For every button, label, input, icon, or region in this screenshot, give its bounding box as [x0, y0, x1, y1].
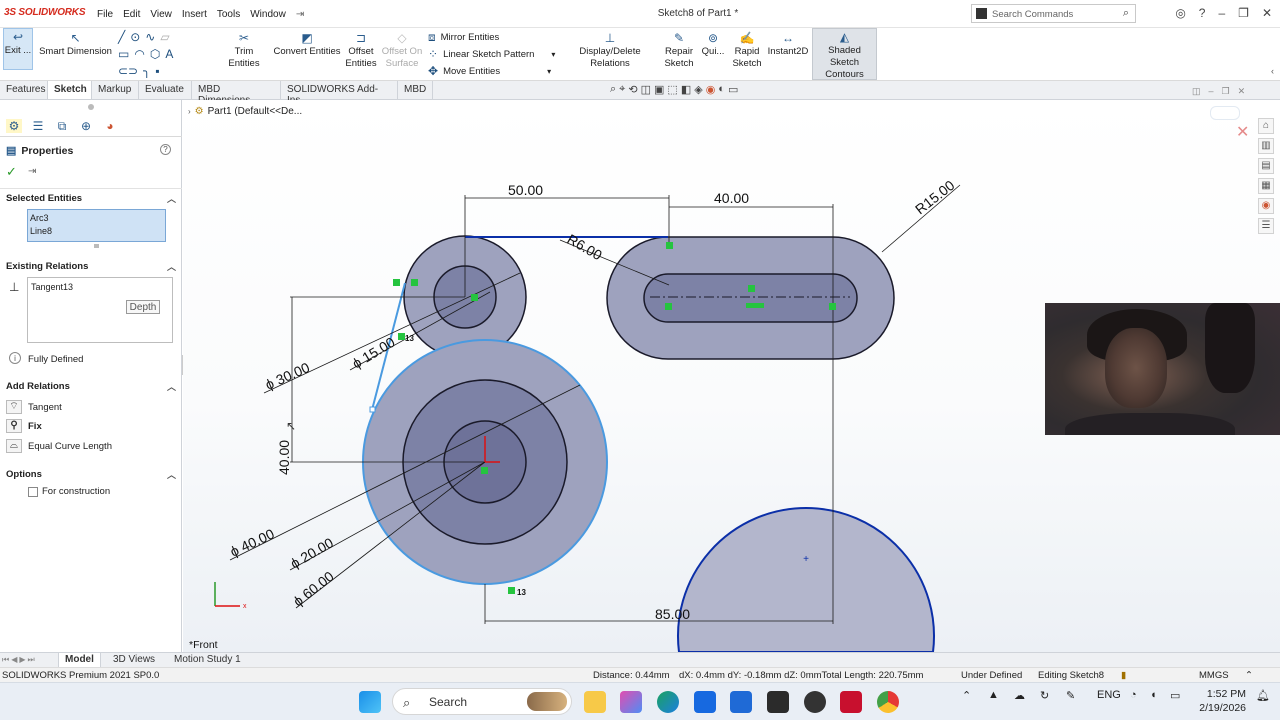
- center-point-marker[interactable]: +: [803, 554, 809, 565]
- coincident-marker[interactable]: [829, 303, 836, 310]
- start-button-icon[interactable]: [359, 691, 381, 713]
- dimension-phi60[interactable]: ϕ 60.00: [290, 568, 337, 610]
- copilot-icon[interactable]: [620, 691, 642, 713]
- dimension-40-vertical[interactable]: 40.00: [276, 440, 292, 475]
- appearances-icon[interactable]: ◉: [1258, 198, 1274, 214]
- recorder-icon[interactable]: [804, 691, 826, 713]
- design-library-icon[interactable]: ▤: [1258, 158, 1274, 174]
- tab-scroll-buttons: ⏮ ◀ ▶ ⏭: [2, 655, 35, 665]
- person-face: [1105, 328, 1167, 408]
- mouse-cursor-icon: ↖: [286, 419, 296, 433]
- teams-icon[interactable]: [694, 691, 716, 713]
- relation-tag: 13: [405, 334, 414, 343]
- file-explorer-icon[interactable]: ▦: [1258, 178, 1274, 194]
- midpoint-marker[interactable]: [748, 285, 755, 292]
- view-orientation-label: *Front: [189, 639, 218, 651]
- distance-readout: Distance: 0.44mm: [593, 670, 670, 681]
- taskbar-clock[interactable]: 1:52 PM 2/19/2026: [1199, 687, 1246, 715]
- confirmation-corner[interactable]: [1210, 106, 1240, 120]
- tray-app-icon[interactable]: ▲: [988, 689, 999, 701]
- dimension-50[interactable]: 50.00: [508, 182, 543, 198]
- tangent-marker[interactable]: [411, 279, 418, 286]
- definition-state: Under Defined: [961, 670, 1023, 681]
- endpoint-handle[interactable]: [369, 406, 376, 413]
- solidworks-taskbar-icon[interactable]: [840, 691, 862, 713]
- home-icon[interactable]: ⌂: [1258, 118, 1274, 134]
- first-tab-icon[interactable]: ⏮: [2, 655, 9, 665]
- next-tab-icon[interactable]: ▶: [19, 655, 25, 665]
- status-bar: SOLIDWORKS Premium 2021 SP0.0 Distance: …: [0, 667, 1280, 682]
- coincident-marker[interactable]: [666, 242, 673, 249]
- dimension-phi40[interactable]: ϕ 40.00: [228, 525, 277, 559]
- file-explorer-icon[interactable]: [584, 691, 606, 713]
- coincident-marker[interactable]: [665, 303, 672, 310]
- task-pane-tabs: ⌂ ▥ ▤ ▦ ◉ ☰: [1258, 118, 1278, 234]
- coincident-marker[interactable]: [471, 294, 478, 301]
- tab-model[interactable]: Model: [58, 653, 101, 667]
- product-version: SOLIDWORKS Premium 2021 SP0.0: [2, 670, 160, 681]
- dimension-40-horizontal[interactable]: 40.00: [714, 190, 749, 206]
- app-icon[interactable]: [767, 691, 789, 713]
- tangent-marker[interactable]: [393, 279, 400, 286]
- model-tabs-bar: ⏮ ◀ ▶ ⏭ Model 3D Views Motion Study 1: [0, 652, 1280, 667]
- prev-tab-icon[interactable]: ◀: [11, 655, 17, 665]
- tray-cloud-icon[interactable]: ☁: [1014, 689, 1025, 702]
- clock-date: 2/19/2026: [1199, 702, 1246, 714]
- coincident-marker[interactable]: [481, 467, 488, 474]
- volume-icon[interactable]: ◖: [1150, 689, 1157, 701]
- chrome-icon[interactable]: [877, 691, 899, 713]
- battery-icon[interactable]: ▭: [1170, 689, 1180, 702]
- clock-time: 1:52 PM: [1206, 688, 1246, 700]
- sketch-circle-lower-right[interactable]: [677, 507, 935, 653]
- dimension-85[interactable]: 85.00: [655, 606, 690, 622]
- tray-pen-icon[interactable]: ✎: [1066, 689, 1075, 702]
- dimension-phi20[interactable]: ϕ 20.00: [288, 534, 337, 571]
- language-indicator[interactable]: ENG: [1097, 689, 1121, 701]
- tab-motion-study[interactable]: Motion Study 1: [168, 653, 247, 667]
- dimension-r6[interactable]: R6.00: [565, 231, 606, 264]
- delta-readout: dX: 0.4mm dY: -0.18mm dZ: 0mmTotal Lengt…: [679, 670, 924, 681]
- tray-chevron-icon[interactable]: ⌃: [962, 689, 971, 702]
- sketch-inner-slot[interactable]: [643, 273, 858, 323]
- editing-state: Editing Sketch8: [1038, 670, 1105, 681]
- dimension-phi30[interactable]: ϕ 30.00: [263, 359, 312, 393]
- edge-icon[interactable]: [657, 691, 679, 713]
- store-icon[interactable]: [730, 691, 752, 713]
- person-shirt: [1065, 413, 1235, 435]
- cancel-sketch-icon[interactable]: ✕: [1236, 122, 1249, 142]
- dimension-phi15[interactable]: ϕ 15.00: [349, 334, 398, 372]
- notifications-icon[interactable]: 🔔︎: [1256, 689, 1270, 702]
- background-cloth: [1205, 303, 1255, 393]
- webcam-overlay: [1045, 303, 1280, 435]
- search-highlight-icon: [527, 692, 567, 711]
- solidworks-window: 3S SOLIDWORKS File Edit View Insert Tool…: [0, 0, 1280, 720]
- custom-properties-icon[interactable]: ☰: [1258, 218, 1274, 234]
- windows-taskbar: ⌕ Search ⌃ ▲ ☁ ↻ ✎ ENG ◔ ◖ ▭ 1:52 PM 2/1…: [0, 682, 1280, 720]
- triad-x-label: x: [243, 603, 247, 610]
- tangent-marker[interactable]: [508, 587, 515, 594]
- horizontal-marker[interactable]: [746, 303, 764, 308]
- rebuild-icon[interactable]: ▮: [1121, 670, 1126, 681]
- search-icon: ⌕: [403, 695, 411, 710]
- resources-icon[interactable]: ▥: [1258, 138, 1274, 154]
- units-chevron-icon[interactable]: ⌃: [1245, 670, 1253, 681]
- unit-system[interactable]: MMGS: [1199, 670, 1229, 681]
- relation-tag: 13: [517, 588, 526, 597]
- taskbar-search[interactable]: ⌕ Search: [392, 688, 572, 715]
- wifi-icon[interactable]: ◔: [1130, 689, 1137, 701]
- last-tab-icon[interactable]: ⏭: [28, 655, 35, 665]
- tray-sync-icon[interactable]: ↻: [1040, 689, 1049, 702]
- tab-3d-views[interactable]: 3D Views: [107, 653, 161, 667]
- tangent-marker[interactable]: [398, 333, 405, 340]
- dimension-r15[interactable]: R15.00: [912, 177, 958, 218]
